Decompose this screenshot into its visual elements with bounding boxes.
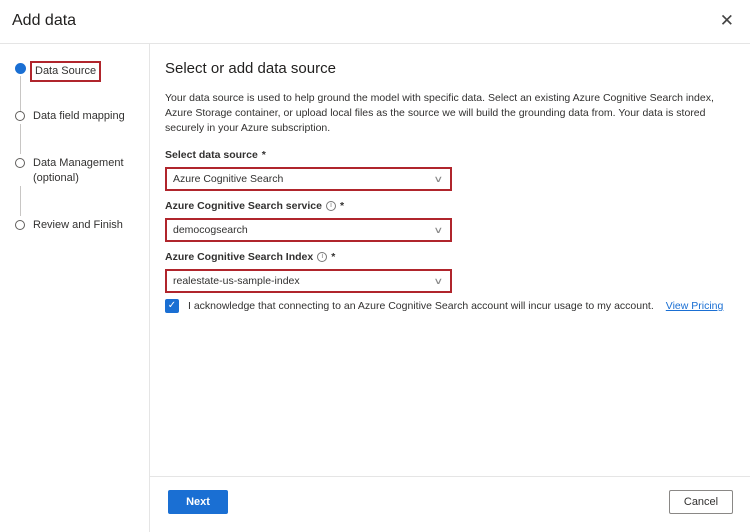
search-index-select[interactable]: realestate-us-sample-index ∨ [165, 269, 452, 293]
step-label: Data Management (optional) [33, 157, 124, 184]
chevron-down-icon: ∨ [433, 224, 444, 235]
required-marker: * [339, 199, 345, 212]
field-label: Azure Cognitive Search Index i * [165, 248, 730, 265]
label-text: Azure Cognitive Search Index [165, 250, 314, 263]
step-circle-icon [15, 158, 25, 168]
acknowledge-row: ✓ I acknowledge that connecting to an Az… [165, 299, 730, 313]
section-description: Your data source is used to help ground … [165, 92, 714, 134]
dialog-title: Add data [12, 12, 77, 29]
field-label: Select data source * [165, 146, 730, 163]
dialog-header: Add data ✕ [0, 0, 750, 44]
search-service-select[interactable]: democogsearch ∨ [165, 218, 452, 242]
wizard-steps: Data Source Data field mapping Data Mana… [0, 44, 150, 532]
label-text: Azure Cognitive Search service [165, 199, 322, 212]
acknowledge-checkbox[interactable]: ✓ [165, 299, 179, 313]
dialog-footer: Next Cancel [150, 476, 750, 532]
data-source-select[interactable]: Azure Cognitive Search ∨ [165, 167, 452, 191]
step-label: Review and Finish [33, 219, 123, 231]
required-marker: * [261, 148, 266, 161]
section-heading: Select or add data source [165, 60, 336, 77]
close-icon[interactable]: ✕ [720, 11, 734, 31]
info-icon[interactable]: i [317, 251, 328, 262]
select-value: democogsearch [173, 224, 248, 236]
main-content: Select or add data source Your data sour… [165, 60, 730, 313]
step-data-source[interactable]: Data Source [15, 61, 102, 82]
info-icon[interactable]: i [325, 200, 336, 211]
field-label: Azure Cognitive Search service i * [165, 197, 730, 214]
next-button[interactable]: Next [168, 490, 228, 514]
step-connector [20, 186, 21, 216]
label-text: Select data source [165, 148, 258, 161]
step-circle-icon [15, 220, 25, 230]
chevron-down-icon: ∨ [433, 275, 444, 286]
step-active-icon [15, 63, 26, 74]
acknowledge-text: I acknowledge that connecting to an Azur… [188, 300, 654, 312]
cancel-button[interactable]: Cancel [669, 490, 733, 514]
step-label: Data Source [30, 61, 102, 82]
select-value: Azure Cognitive Search [173, 173, 284, 185]
chevron-down-icon: ∨ [433, 173, 444, 184]
select-value: realestate-us-sample-index [173, 275, 300, 287]
step-data-management[interactable]: Data Management (optional) [15, 156, 133, 186]
step-label: Data field mapping [33, 110, 125, 122]
step-review-finish[interactable]: Review and Finish [15, 218, 123, 233]
view-pricing-link[interactable]: View Pricing [666, 300, 724, 312]
step-data-field-mapping[interactable]: Data field mapping [15, 109, 125, 124]
step-circle-icon [15, 111, 25, 121]
required-marker: * [331, 250, 336, 263]
step-connector [20, 124, 21, 154]
